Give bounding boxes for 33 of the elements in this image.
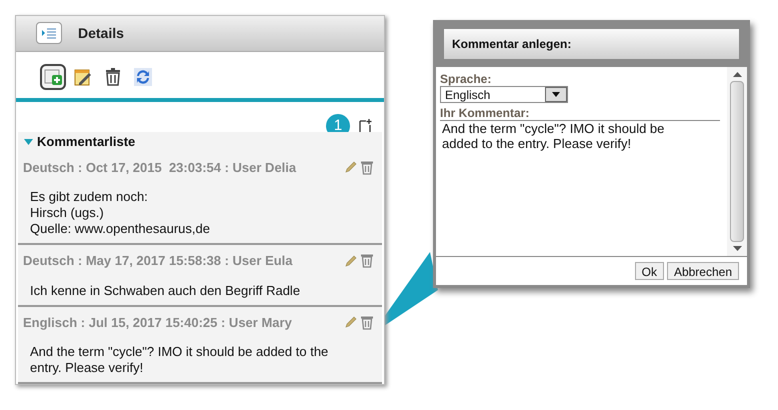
comment-header: Deutsch : May 17, 2017 15:58:38 : User Eula <box>23 252 293 270</box>
comment-text: entry. Please verify! <box>30 360 144 376</box>
scrollbar[interactable] <box>727 67 747 256</box>
comment-label: Ihr Kommentar: <box>440 106 530 120</box>
edit-comment-button[interactable] <box>344 160 358 174</box>
edit-comment-button[interactable] <box>344 315 358 330</box>
dialog-button[interactable]: Abbrechen <box>666 262 739 280</box>
edit-comment-button[interactable] <box>344 254 358 268</box>
language-label: Sprache: <box>440 72 492 86</box>
comment-text: Ich kenne in Schwaben auch den Begriff Radle <box>30 282 302 298</box>
comment-list-toggle[interactable]: Kommentarliste <box>18 132 382 152</box>
comment-text: Es gibt zudem noch: <box>30 189 149 205</box>
comment-header: Englisch : Jul 15, 2017 15:40:25 : User Mary <box>23 314 292 332</box>
add-icon <box>43 66 63 87</box>
panel-icon <box>36 22 62 44</box>
dialog-title: Kommentar anlegen: <box>443 28 740 60</box>
comment-text: And the term "cycle"? IMO it should be added to the <box>30 344 330 360</box>
trash-icon <box>103 66 123 87</box>
language-dropdown[interactable]: Englisch <box>440 86 568 103</box>
comment-header: Deutsch : Oct 17, 2015 23:03:54 : User Delia <box>23 158 296 176</box>
comment-text: Quelle: www.openthesaurus,de <box>30 221 211 237</box>
panel-title: Details <box>78 24 124 43</box>
scroll-up-icon[interactable] <box>732 71 742 77</box>
delete-comment-button[interactable] <box>360 253 374 268</box>
refresh-icon <box>133 66 153 87</box>
comment-text: Hirsch (ugs.) <box>30 205 105 221</box>
dialog-button[interactable]: Ok <box>634 262 664 280</box>
notepad-pencil-icon <box>73 66 93 87</box>
add-button[interactable] <box>40 64 66 90</box>
triangle-icon <box>24 138 33 146</box>
scroll-down-icon[interactable] <box>732 246 742 252</box>
delete-comment-button[interactable] <box>360 160 374 175</box>
delete-comment-button[interactable] <box>360 314 374 330</box>
